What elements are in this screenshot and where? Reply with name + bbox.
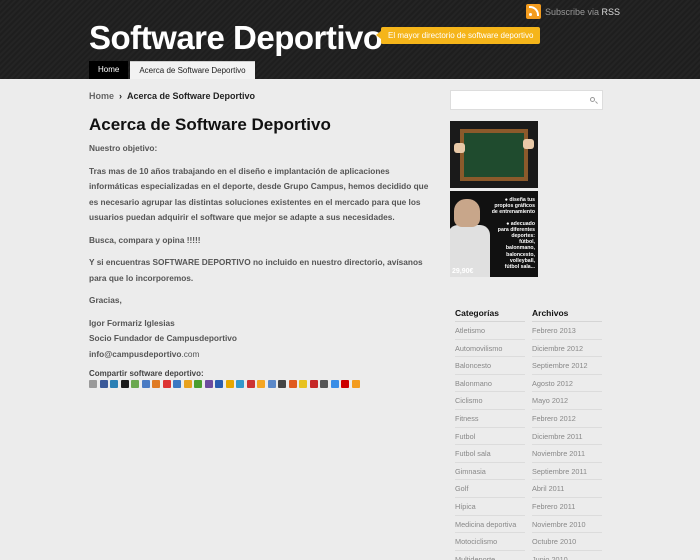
share-service-icon[interactable] [288,380,297,388]
share-service-icon[interactable] [152,380,160,388]
nav-tab-home[interactable]: Home [89,61,129,79]
contact-email[interactable]: info@campusdeportivo.com [89,347,439,363]
share-service-icon[interactable] [278,380,286,388]
category-link[interactable]: Medicina deportiva [455,516,525,534]
main-nav: Home Acerca de Software Deportivo [89,61,255,79]
category-link[interactable]: Multideporte [455,551,525,560]
archive-link[interactable]: Septiembre 2012 [532,357,602,375]
share-service-icon[interactable] [246,380,255,388]
share-service-icon[interactable] [330,380,339,388]
page-title: Acerca de Software Deportivo [89,115,331,134]
article-body: Nuestro objetivo: Tras mas de 10 años tr… [89,141,439,362]
objective-heading: Nuestro objetivo: [89,143,158,153]
archive-link[interactable]: Febrero 2012 [532,410,602,428]
archive-link[interactable]: Septiembre 2011 [532,463,602,481]
share-label: Compartir software deportivo: [89,369,204,378]
archives-widget: Archivos Febrero 2013 Diciembre 2012 Septi… [532,308,602,560]
nav-tab-about[interactable]: Acerca de Software Deportivo [130,61,255,79]
share-service-icon[interactable] [215,380,223,388]
archive-link[interactable]: Febrero 2011 [532,498,602,516]
share-service-icon[interactable] [351,380,360,388]
share-service-icon[interactable] [204,380,213,388]
breadcrumb-current: Acerca de Software Deportivo [127,91,256,101]
ad-chalkboard-banner[interactable] [450,121,538,188]
archive-link[interactable]: Diciembre 2011 [532,428,602,446]
hand-right-image [523,139,534,149]
share-service-icon[interactable] [131,380,139,388]
site-header: Subscribe via RSS Software Deportivo El … [0,0,700,79]
search-box[interactable] [450,90,603,110]
share-service-icon[interactable] [236,380,244,388]
article-paragraph: Y si encuentras SOFTWARE DEPORTIVO no in… [89,257,423,283]
share-icons [89,380,362,388]
archive-link[interactable]: Octubre 2010 [532,533,602,551]
category-link[interactable]: Ciclismo [455,392,525,410]
search-icon[interactable] [590,97,595,102]
categories-widget: Categorías Atletismo Automovilismo Balonce… [455,308,525,560]
article-paragraph: Busca, compara y opina !!!!! [89,234,201,245]
archive-link[interactable]: Diciembre 2012 [532,340,602,358]
rss-prefix: Subscribe via [545,6,600,17]
article-paragraph: Gracias, [89,295,122,305]
category-link[interactable]: Motociclismo [455,533,525,551]
breadcrumb-separator: › [119,91,123,101]
signature-role: Socio Fundador de Campusdeportivo [89,333,237,343]
archive-link[interactable]: Noviembre 2010 [532,516,602,534]
share-service-icon[interactable] [183,380,192,388]
share-service-icon[interactable] [309,380,318,388]
archive-link[interactable]: Junio 2010 [532,551,602,560]
site-title[interactable]: Software Deportivo [89,19,383,57]
category-link[interactable]: Baloncesto [455,357,525,375]
hand-left-image [454,143,465,153]
share-section: Compartir software deportivo: [89,369,362,388]
coach-face-image [454,199,480,227]
share-service-icon[interactable] [89,380,97,388]
archive-link[interactable]: Abril 2011 [532,480,602,498]
category-link[interactable]: Golf [455,480,525,498]
share-service-icon[interactable] [267,380,276,388]
signature-name: Igor Formariz Iglesias [89,317,175,328]
ad-training-graphics-banner[interactable]: ● diseña tus propios gráficos de entrena… [450,191,538,277]
rss-subscribe-link[interactable]: Subscribe via RSS [526,4,620,19]
category-link[interactable]: Automovilismo [455,340,525,358]
article-paragraph: Tras mas de 10 años trabajando en el dis… [89,165,429,223]
ad-price: 29,90€ [452,268,474,275]
rss-icon [526,4,541,19]
share-service-icon[interactable] [162,380,171,388]
share-service-icon[interactable] [173,380,181,388]
share-service-icon[interactable] [110,380,118,388]
category-link[interactable]: Gimnasia [455,463,525,481]
category-link[interactable]: Balonmano [455,375,525,393]
breadcrumb: Home › Acerca de Software Deportivo [89,91,255,101]
share-service-icon[interactable] [341,380,349,388]
rss-label: RSS [601,6,621,17]
share-service-icon[interactable] [225,380,234,388]
share-service-icon[interactable] [141,380,150,388]
archive-link[interactable]: Febrero 2013 [532,322,602,340]
share-service-icon[interactable] [257,380,265,388]
chalkboard-image [460,129,528,181]
category-link[interactable]: Atletismo [455,322,525,340]
share-service-icon[interactable] [320,380,328,388]
share-service-icon[interactable] [120,380,129,388]
category-link[interactable]: Hípica [455,498,525,516]
search-input[interactable] [453,93,583,107]
archive-link[interactable]: Mayo 2012 [532,392,602,410]
category-link[interactable]: Futbol sala [455,445,525,463]
categories-title: Categorías [455,308,525,322]
category-link[interactable]: Futbol [455,428,525,446]
site-tagline: El mayor directorio de software deportiv… [375,27,541,44]
category-link[interactable]: Fitness [455,410,525,428]
archives-title: Archivos [532,308,602,322]
ad-text: ● diseña tus propios gráficos de entrena… [491,197,535,271]
archive-link[interactable]: Noviembre 2011 [532,445,602,463]
share-service-icon[interactable] [194,380,202,388]
archive-link[interactable]: Agosto 2012 [532,375,602,393]
share-service-icon[interactable] [299,380,307,388]
share-service-icon[interactable] [99,380,108,388]
breadcrumb-home[interactable]: Home [89,91,114,101]
